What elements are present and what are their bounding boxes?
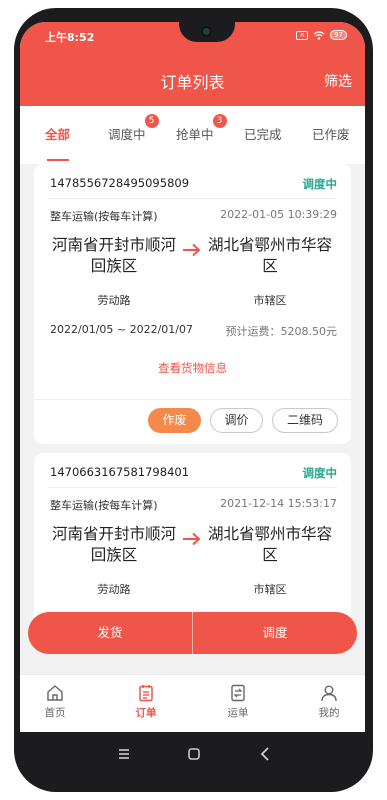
waybill-icon [231,684,245,702]
order-id: 1470663167581798401 [50,465,190,479]
nav-item-home[interactable]: 首页 [30,684,80,720]
order-datetime: 2021-12-14 15:53:17 [220,497,337,510]
tab-label: 调度中 [108,127,146,142]
tab-label: 已作废 [312,127,350,142]
nav-label: 我的 [318,707,340,719]
page-title: 订单列表 [160,73,225,92]
nav-item-profile[interactable]: 我的 [304,684,354,720]
filter-button[interactable]: 筛选 [324,71,352,91]
tab-voided[interactable]: 已作废 [312,124,350,143]
camera-notch [179,22,235,42]
divider [48,198,337,199]
menu-icon[interactable] [114,744,134,764]
dispatch-button[interactable]: 调度 [193,612,357,654]
home-icon [47,685,63,701]
void-button[interactable]: 作废 [148,408,201,433]
view-cargo-link[interactable]: 查看货物信息 [34,360,351,376]
date-range: 2022/01/05 ~ 2022/01/07 [50,323,194,336]
back-icon[interactable] [256,744,276,764]
home-square-icon[interactable] [184,744,204,764]
destination-district: 市辖区 [253,583,287,596]
app-screen: 上午8:52 × 97 订单列表 筛选 全部 调度中 5 抢单中 3 已完成 已… [20,22,365,732]
divider [48,487,337,488]
ship-button[interactable]: 发货 [28,612,192,654]
status-time: 上午8:52 [45,31,95,44]
system-nav-bar [20,732,365,776]
status-icons: × 97 [296,30,347,40]
active-tab-indicator [47,159,69,161]
qr-code-button[interactable]: 二维码 [272,408,338,433]
arrow-right-icon [183,532,201,546]
origin-street: 劳动路 [97,583,131,596]
transport-type: 整车运输(按每车计算) [50,210,158,223]
origin-address: 河南省开封市顺河回族区 [51,236,176,275]
nav-label: 首页 [44,707,66,719]
origin-street: 劳动路 [97,294,131,307]
order-status-badge: 调度中 [302,177,338,191]
nav-item-orders[interactable]: 订单 [121,684,171,720]
order-icon [139,685,153,702]
order-card[interactable]: 1478556728495095809 调度中 整车运输(按每车计算) 2022… [34,164,351,444]
profile-icon [321,685,337,702]
divider [34,399,351,400]
tab-label: 全部 [45,127,71,142]
nav-item-waybill[interactable]: 运单 [213,684,263,720]
order-id: 1478556728495095809 [50,176,190,190]
bottom-nav: 首页 订单 运单 我的 [20,674,365,732]
wifi-icon [313,30,325,40]
destination-district: 市辖区 [253,294,287,307]
tab-badge: 5 [144,114,159,128]
arrow-right-icon [183,243,201,257]
tab-all[interactable]: 全部 [45,124,70,143]
order-status-badge: 调度中 [302,466,338,480]
front-camera-icon [201,26,212,37]
tab-dispatching[interactable]: 调度中 5 [108,114,159,143]
destination-address: 湖北省鄂州市华容区 [207,236,332,275]
adjust-price-button[interactable]: 调价 [210,408,263,433]
transport-type: 整车运输(按每车计算) [50,499,158,512]
tab-completed[interactable]: 已完成 [244,124,282,143]
action-bar: 发货 调度 [28,612,357,654]
nav-label: 订单 [135,707,157,719]
tab-grabbing[interactable]: 抢单中 3 [176,114,227,143]
nav-label: 运单 [227,707,249,719]
tab-badge: 3 [212,114,227,128]
tab-label: 抢单中 [176,127,214,142]
order-datetime: 2022-01-05 10:39:29 [220,208,337,221]
order-tabs: 全部 调度中 5 抢单中 3 已完成 已作废 [20,106,365,164]
battery-icon: 97 [330,30,347,40]
estimated-fee: 预计运费：5208.50元 [225,325,338,338]
origin-address: 河南省开封市顺河回族区 [51,525,176,564]
tab-label: 已完成 [244,127,282,142]
destination-address: 湖北省鄂州市华容区 [207,525,332,564]
sim-off-icon: × [296,30,309,40]
